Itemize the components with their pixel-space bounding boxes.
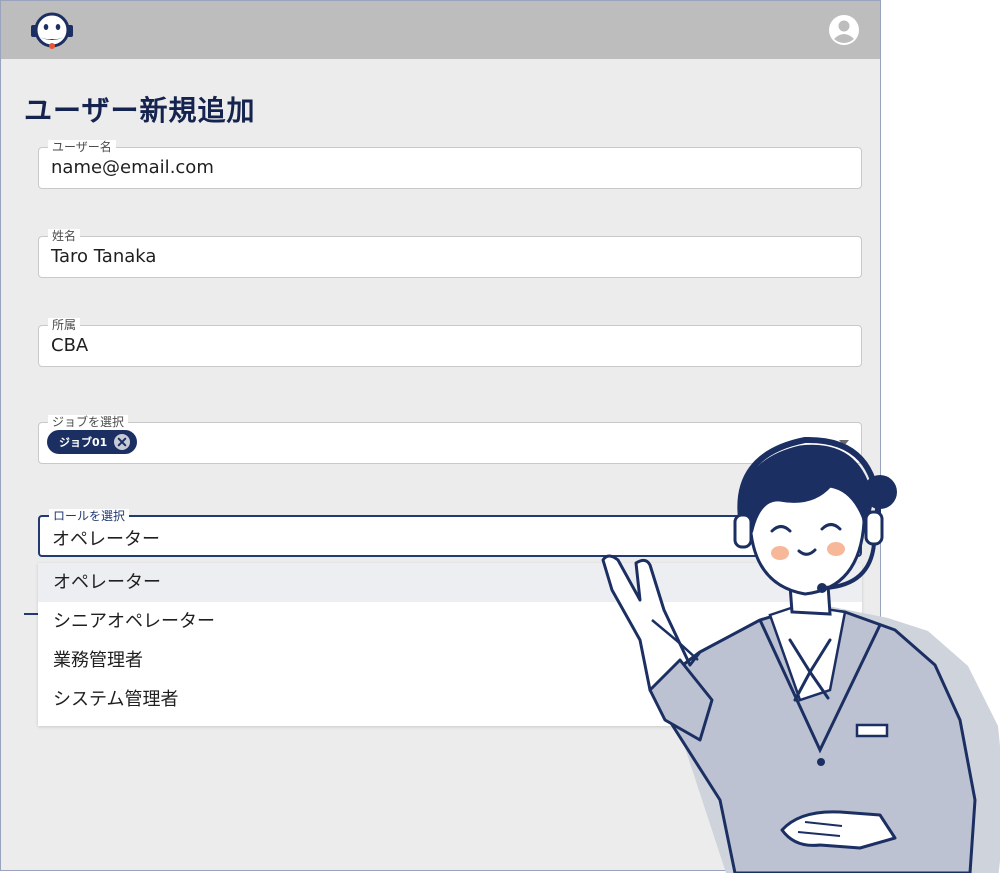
page-title: ユーザー新規追加 (24, 94, 256, 127)
focus-underline (24, 613, 38, 615)
job-chip[interactable]: ジョブ01 (47, 430, 138, 454)
fullname-field[interactable]: 姓名 Taro Tanaka (38, 229, 862, 278)
username-value[interactable]: name@email.com (51, 157, 214, 178)
username-label: ユーザー名 (48, 140, 116, 154)
role-value[interactable]: オペレーター (52, 525, 160, 551)
account-circle-icon[interactable] (828, 14, 860, 46)
operator-illustration (601, 436, 1000, 873)
robot-face-icon (31, 12, 73, 49)
organization-value[interactable]: CBA (51, 335, 88, 356)
fullname-value[interactable]: Taro Tanaka (51, 246, 156, 267)
organization-field[interactable]: 所属 CBA (38, 318, 862, 367)
job-label: ジョブを選択 (48, 415, 129, 429)
username-field[interactable]: ユーザー名 name@email.com (38, 140, 862, 189)
job-chip-label: ジョブ01 (59, 436, 108, 449)
role-label: ロールを選択 (49, 509, 130, 523)
top-bar (1, 1, 880, 59)
close-circle-icon[interactable] (113, 433, 131, 451)
organization-label: 所属 (48, 318, 81, 332)
fullname-label: 姓名 (48, 229, 81, 243)
